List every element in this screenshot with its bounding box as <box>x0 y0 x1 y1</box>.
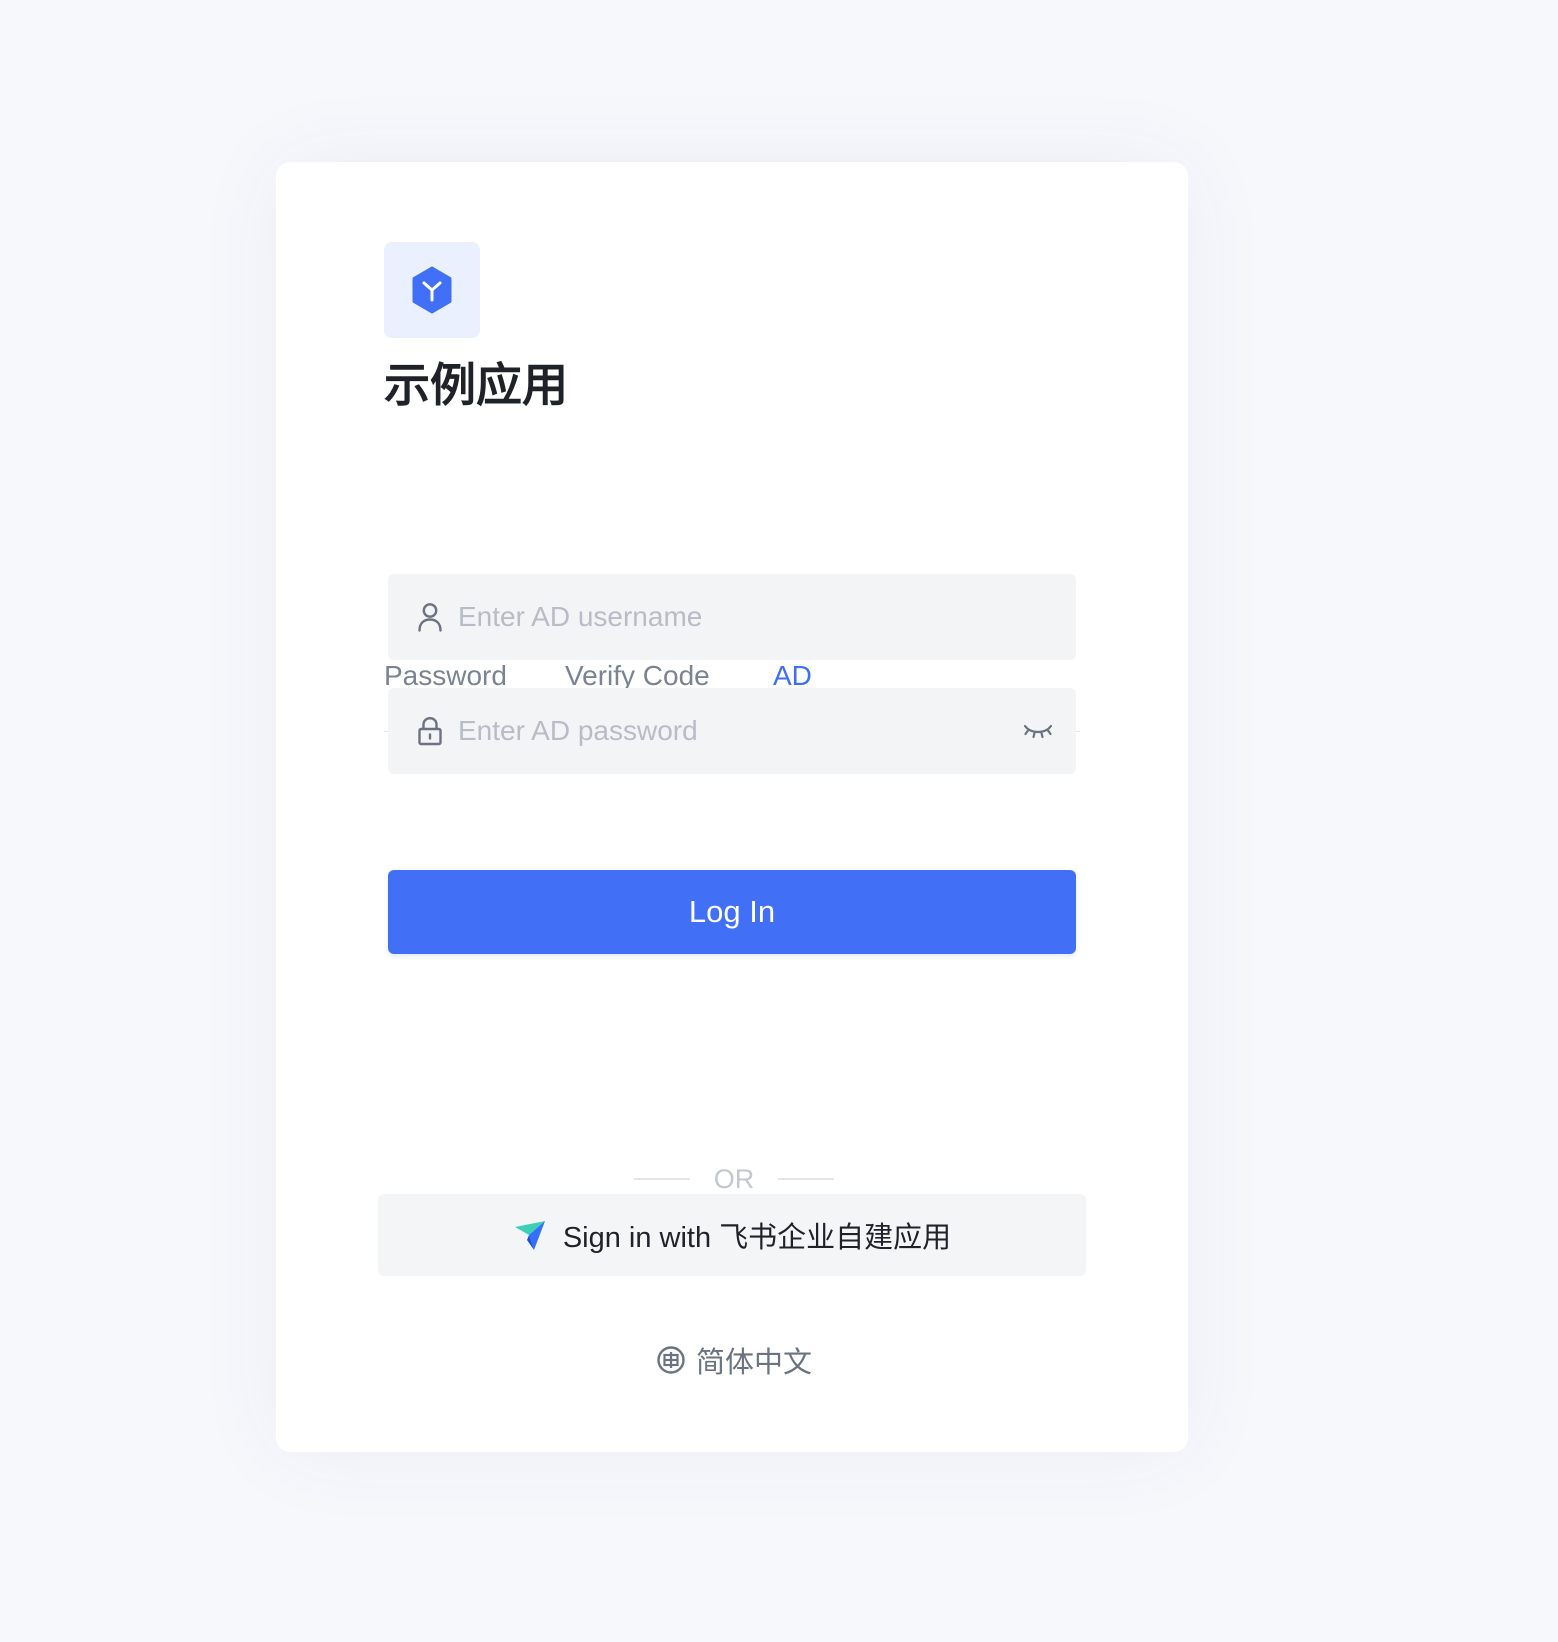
cube-icon <box>412 266 452 314</box>
language-label: 简体中文 <box>696 1347 813 1379</box>
app-title: 示例应用 <box>384 359 568 411</box>
login-card: 示例应用 Password Verify Code AD Enter AD us… <box>276 162 1188 1452</box>
or-text: OR <box>713 1163 755 1194</box>
tab-password[interactable]: Password <box>384 662 507 690</box>
feishu-sso-label: Sign in with 飞书企业自建应用 <box>562 1222 952 1254</box>
login-button[interactable]: Log In <box>388 870 1076 954</box>
feishu-logo-icon <box>514 1221 545 1250</box>
globe-icon <box>657 1346 685 1374</box>
tab-ad-label: AD <box>773 660 812 691</box>
feishu-sso-button[interactable]: Sign in with 飞书企业自建应用 <box>378 1194 1086 1276</box>
app-logo <box>384 242 480 338</box>
password-field[interactable] <box>388 688 1076 774</box>
username-field[interactable] <box>388 574 1076 660</box>
divider-line-left <box>634 1178 690 1180</box>
or-divider: OR <box>634 1162 834 1196</box>
tab-ad[interactable]: AD <box>773 660 812 728</box>
ad-username-input[interactable] <box>458 574 1076 660</box>
eye-closed-icon[interactable] <box>1020 713 1056 749</box>
lock-icon <box>414 715 446 747</box>
divider-line-right <box>778 1178 834 1180</box>
tab-verify-code[interactable]: Verify Code <box>565 662 710 690</box>
user-icon <box>414 601 446 633</box>
ad-password-input[interactable] <box>458 688 1020 774</box>
language-switcher[interactable]: 简体中文 <box>656 1340 812 1380</box>
